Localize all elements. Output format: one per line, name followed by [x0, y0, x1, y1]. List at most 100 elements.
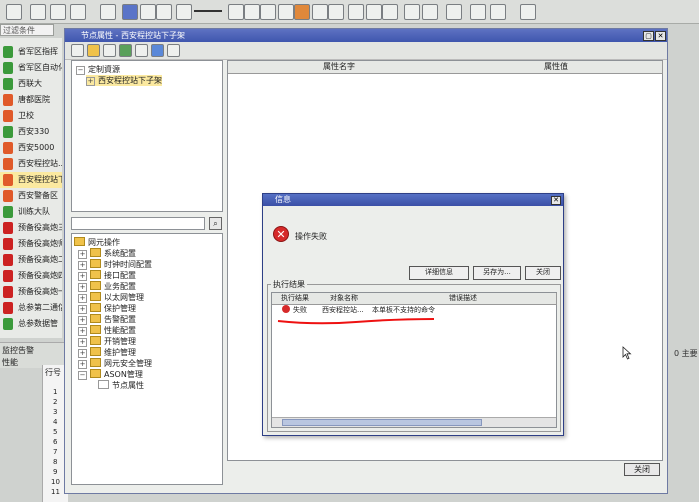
toolbar-icon[interactable]: [520, 4, 536, 20]
toolbar-icon[interactable]: [50, 4, 66, 20]
search-icon[interactable]: ⌕: [209, 217, 222, 230]
tree-leaf[interactable]: 节点属性: [98, 380, 144, 391]
tree-node-root[interactable]: − 定制資源: [76, 64, 120, 75]
zoom-in-icon[interactable]: [228, 4, 244, 20]
tree-node[interactable]: + 以太网管理: [78, 292, 144, 303]
select-pointer-icon[interactable]: [122, 4, 138, 20]
tree-node[interactable]: + 业务配置: [78, 281, 136, 292]
tools-icon[interactable]: [422, 4, 438, 20]
tree-node[interactable]: + 时钟时间配置: [78, 259, 152, 270]
list-item[interactable]: 总参第二通信: [0, 300, 62, 316]
list-item[interactable]: 西安330: [0, 124, 62, 140]
settings-icon[interactable]: [167, 44, 180, 57]
tree-node[interactable]: + 保护管理: [78, 303, 136, 314]
back-icon[interactable]: [366, 4, 382, 20]
zoom-slider[interactable]: [194, 10, 222, 12]
expand-icon[interactable]: +: [78, 327, 87, 336]
forward-icon[interactable]: [382, 4, 398, 20]
expand-icon[interactable]: +: [78, 283, 87, 292]
list-item[interactable]: 预备役高炮三: [0, 220, 62, 236]
list-item[interactable]: 省军区自动化: [0, 60, 62, 76]
expand-icon[interactable]: +: [78, 338, 87, 347]
tree-node[interactable]: − ASON管理: [78, 369, 143, 380]
open-folder-icon[interactable]: [87, 44, 100, 57]
toolbar-icon[interactable]: [30, 4, 46, 20]
list-view-icon[interactable]: [119, 44, 132, 57]
filter-select[interactable]: 过滤条件: [0, 24, 54, 36]
new-icon[interactable]: [71, 44, 84, 57]
list-item[interactable]: 训练大队: [0, 204, 62, 220]
zoom-icon[interactable]: [156, 4, 172, 20]
tab-performance[interactable]: 性能: [2, 357, 18, 368]
collapse-icon[interactable]: −: [78, 371, 87, 380]
details-button[interactable]: 详细信息: [409, 266, 469, 280]
column-header[interactable]: 执行结果: [272, 293, 319, 305]
toolbar-icon[interactable]: [6, 4, 22, 20]
list-item[interactable]: 唐都医院: [0, 92, 62, 108]
tree-node[interactable]: + 系统配置: [78, 248, 136, 259]
tree-node-root[interactable]: 网元操作: [74, 237, 120, 248]
close-button[interactable]: 关闭: [624, 463, 660, 476]
rotate-icon[interactable]: [140, 4, 156, 20]
toolbar-icon[interactable]: [70, 4, 86, 20]
tree-node[interactable]: + 开销管理: [78, 336, 136, 347]
window-close-button[interactable]: ✕: [655, 31, 666, 41]
toolbar-icon[interactable]: [100, 4, 116, 20]
column-header[interactable]: 属性值: [450, 61, 663, 74]
list-item[interactable]: 西安警备区: [0, 188, 62, 204]
tree-node[interactable]: + 性能配置: [78, 325, 136, 336]
list-item[interactable]: 预备役高炮师: [0, 236, 62, 252]
search-input[interactable]: [71, 217, 205, 230]
zoom-fit-icon[interactable]: [244, 4, 260, 20]
save-as-button[interactable]: 另存为...: [473, 266, 521, 280]
column-header[interactable]: 对象名称: [318, 293, 371, 305]
expand-icon[interactable]: +: [78, 250, 87, 259]
tree-node[interactable]: + 网元安全管理: [78, 358, 152, 369]
toolbar-icon[interactable]: [446, 4, 462, 20]
search-icon[interactable]: [470, 4, 486, 20]
list-item-selected[interactable]: 西安程控站下: [0, 172, 62, 188]
list-item[interactable]: 西安5000: [0, 140, 62, 156]
zoom-out-icon[interactable]: [176, 4, 192, 20]
dialog-close-text-button[interactable]: 关闭: [525, 266, 561, 280]
collapse-icon[interactable]: −: [76, 66, 85, 75]
refresh-icon[interactable]: [103, 44, 116, 57]
toolbar-icon[interactable]: [404, 4, 420, 20]
expand-icon[interactable]: +: [86, 77, 95, 86]
undo-icon[interactable]: [278, 4, 294, 20]
list-item[interactable]: 总参数据管: [0, 316, 62, 332]
dialog-close-button[interactable]: ✕: [551, 196, 561, 205]
list-item[interactable]: 西安程控站...: [0, 156, 62, 172]
expand-icon[interactable]: +: [78, 272, 87, 281]
column-header[interactable]: 属性名字: [228, 61, 451, 74]
list-item[interactable]: 预备役高炮四: [0, 268, 62, 284]
monitor-icon[interactable]: [135, 44, 148, 57]
expand-icon[interactable]: +: [78, 305, 87, 314]
tree-node[interactable]: + 接口配置: [78, 270, 136, 281]
tab-alarm-monitor[interactable]: 监控告警: [2, 345, 34, 356]
scrollbar-thumb[interactable]: [282, 419, 482, 426]
toolbar-icon[interactable]: [348, 4, 364, 20]
toolbar-icon[interactable]: [490, 4, 506, 20]
toolbar-icon[interactable]: [328, 4, 344, 20]
maximize-button[interactable]: ▢: [643, 31, 654, 41]
expand-icon[interactable]: +: [78, 349, 87, 358]
list-item[interactable]: 西联大: [0, 76, 62, 92]
horizontal-scrollbar[interactable]: [272, 417, 556, 427]
tree-node[interactable]: + 告警配置: [78, 314, 136, 325]
expand-icon[interactable]: +: [78, 360, 87, 369]
expand-icon[interactable]: +: [78, 261, 87, 270]
list-item[interactable]: 预备役高炮一: [0, 284, 62, 300]
expand-icon[interactable]: +: [78, 316, 87, 325]
grid-icon[interactable]: [260, 4, 276, 20]
toolbar-icon[interactable]: [312, 4, 328, 20]
column-header[interactable]: 错误描述: [370, 293, 557, 305]
tree-node[interactable]: + 维护管理: [78, 347, 136, 358]
list-item[interactable]: 卫校: [0, 108, 62, 124]
tree-node-selected[interactable]: + 西安程控站下子架: [86, 75, 162, 86]
topology-icon[interactable]: [294, 4, 310, 20]
expand-icon[interactable]: +: [78, 294, 87, 303]
list-item[interactable]: 省军区指挥: [0, 44, 62, 60]
list-item[interactable]: 预备役高炮二: [0, 252, 62, 268]
export-icon[interactable]: [151, 44, 164, 57]
